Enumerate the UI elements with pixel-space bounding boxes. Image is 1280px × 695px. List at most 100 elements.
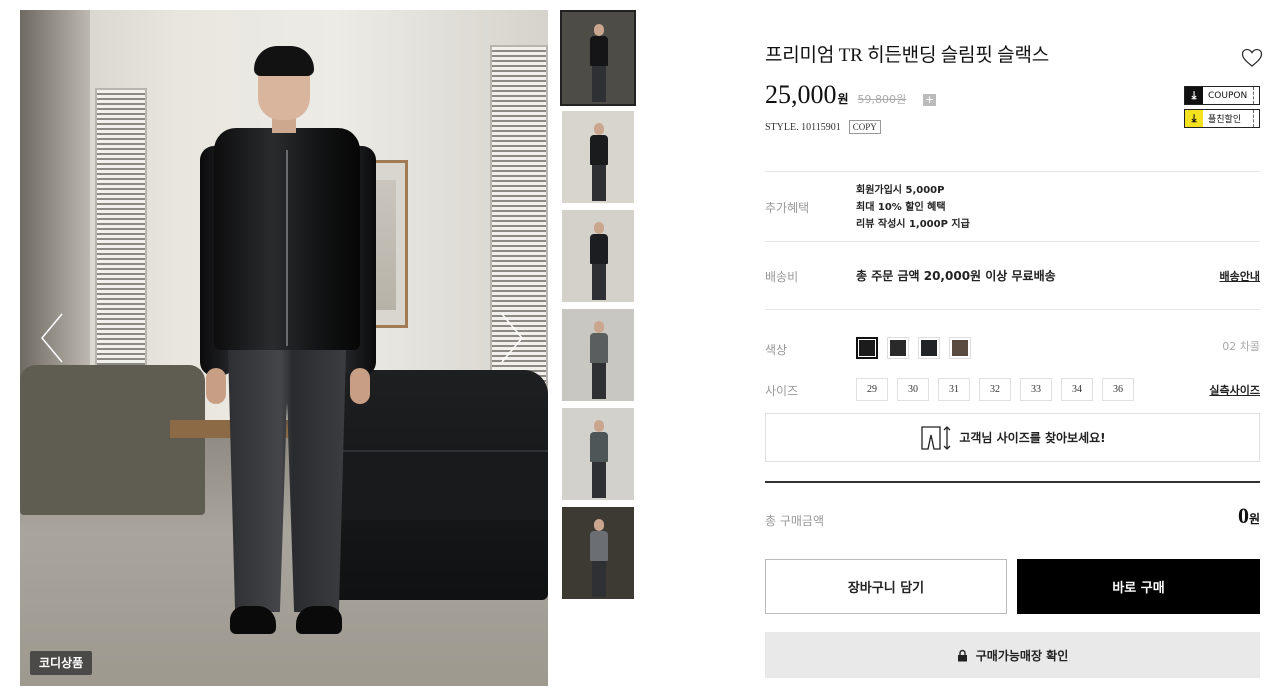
thumbnail-pants xyxy=(592,363,606,399)
coordi-badge: 코디상품 xyxy=(30,651,93,675)
photo-window-blinds xyxy=(95,88,147,378)
buy-now-button[interactable]: 바로 구매 xyxy=(1017,559,1260,614)
plus-icon[interactable]: + xyxy=(923,94,937,106)
size-option-30[interactable]: 30 xyxy=(897,378,929,401)
color-swatch-2[interactable] xyxy=(887,337,909,359)
shipping-info-link[interactable]: 배송안내 xyxy=(1220,268,1260,284)
lock-icon xyxy=(957,649,967,661)
color-swatches xyxy=(856,337,980,359)
photo-model xyxy=(200,46,400,670)
find-size-label: 고객님 사이즈를 찾아보세요! xyxy=(959,431,1106,445)
thumbnail-top xyxy=(590,432,608,462)
add-to-cart-button[interactable]: 장바구니 담기 xyxy=(765,559,1007,614)
thumbnail-model xyxy=(590,420,608,498)
download-icon: ⤓ xyxy=(1185,110,1203,127)
total-unit: 원 xyxy=(1248,512,1260,526)
thumbnail-head xyxy=(594,420,604,432)
product-title: 프리미엄 TR 히든밴딩 슬림핏 슬랙스 xyxy=(765,45,1049,66)
check-store-label: 구매가능매장 확인 xyxy=(975,648,1069,663)
thumbnail-top xyxy=(590,531,608,561)
color-swatch-3[interactable] xyxy=(918,337,940,359)
color-swatch-fill xyxy=(921,340,937,356)
color-label: 색상 xyxy=(765,343,788,357)
coupon-download-button[interactable]: ⤓ COUPON xyxy=(1184,86,1260,105)
coupon-box: ⤓ COUPON ⤓ 플친할인 xyxy=(1184,86,1260,132)
copy-button[interactable]: COPY xyxy=(848,120,881,134)
benefit-item: 최대 10% 할인 혜택 xyxy=(856,202,946,213)
chevron-left-icon[interactable] xyxy=(36,310,76,366)
thumbnail-4[interactable] xyxy=(560,307,636,403)
thumbnail-pants xyxy=(592,165,606,201)
thumbnail-top xyxy=(590,333,608,363)
find-size-button[interactable]: 고객님 사이즈를 찾아보세요! xyxy=(765,413,1260,462)
size-chart-link[interactable]: 실측사이즈 xyxy=(1209,382,1260,398)
size-option-29[interactable]: 29 xyxy=(856,378,888,401)
size-option-34[interactable]: 34 xyxy=(1061,378,1093,401)
photo-window-blinds xyxy=(490,45,548,425)
model-shoe xyxy=(230,606,276,634)
benefit-list: 회원가입시 5,000P 최대 10% 할인 혜택 리뷰 작성시 1,000P … xyxy=(856,182,970,233)
color-swatch-1[interactable] xyxy=(856,337,878,359)
original-price: 59,800원 xyxy=(857,93,907,106)
shipping-section: 배송비 총 주문 금액 20,000원 이상 무료배송 배송안내 xyxy=(765,241,1260,309)
thumbnail-pants xyxy=(592,66,606,102)
shipping-text: 총 주문 금액 20,000원 이상 무료배송 xyxy=(856,269,1056,283)
thumbnail-head xyxy=(594,222,604,234)
thumbnail-top xyxy=(590,36,608,66)
thumbnail-1[interactable] xyxy=(560,10,636,106)
thumbnail-top xyxy=(590,234,608,264)
selected-color: 02 차콜 xyxy=(1222,340,1260,353)
thumbnail-head xyxy=(594,519,604,531)
model-jacket-zip xyxy=(286,150,288,346)
chevron-right-icon[interactable] xyxy=(488,310,528,366)
thumbnail-pants xyxy=(592,561,606,597)
thumbnail-head xyxy=(594,123,604,135)
pants-size-icon xyxy=(921,425,951,450)
shipping-label: 배송비 xyxy=(765,270,799,284)
color-swatch-fill xyxy=(859,340,875,356)
thumbnail-3[interactable] xyxy=(560,208,636,304)
options-section: 색상 02 차콜 사이즈 29 30 31 32 33 34 36 실측사이즈 고객님 사이… xyxy=(765,309,1260,481)
model-shoe xyxy=(296,606,342,634)
thumbnail-list xyxy=(560,10,636,604)
benefit-section: 추가혜택 회원가입시 5,000P 최대 10% 할인 혜택 리뷰 작성시 1,… xyxy=(765,171,1260,241)
benefit-item: 리뷰 작성시 1,000P 지급 xyxy=(856,219,970,230)
thumbnail-top xyxy=(590,135,608,165)
color-swatch-4[interactable] xyxy=(949,337,971,359)
total-label: 총 구매금액 xyxy=(765,514,825,528)
thumbnail-pants xyxy=(592,264,606,300)
thumbnail-model xyxy=(590,222,608,300)
size-option-32[interactable]: 32 xyxy=(979,378,1011,401)
size-option-33[interactable]: 33 xyxy=(1020,378,1052,401)
color-swatch-fill xyxy=(952,340,968,356)
model-pants xyxy=(228,350,346,612)
total-section: 총 구매금액 0원 xyxy=(765,481,1260,551)
thumbnail-2[interactable] xyxy=(560,109,636,205)
color-swatch-fill xyxy=(890,340,906,356)
model-hand xyxy=(206,368,226,404)
thumbnail-model xyxy=(590,24,608,102)
price-unit: 원 xyxy=(837,92,849,106)
size-option-36[interactable]: 36 xyxy=(1102,378,1134,401)
size-options: 29 30 31 32 33 34 36 xyxy=(856,378,1143,401)
heart-icon[interactable] xyxy=(1241,48,1263,68)
product-info: 프리미엄 TR 히든밴딩 슬림핏 슬랙스 25,000 원 59,800원 + … xyxy=(765,40,1263,134)
thumbnail-head xyxy=(594,24,604,36)
model-hair xyxy=(254,46,314,76)
thumbnail-head xyxy=(594,321,604,333)
total-value: 0 xyxy=(1237,503,1249,528)
thumbnail-model xyxy=(590,519,608,597)
thumbnail-pants xyxy=(592,462,606,498)
sale-price: 25,000 xyxy=(765,80,837,109)
friend-discount-button[interactable]: ⤓ 플친할인 xyxy=(1184,109,1260,128)
friend-discount-label: 플친할인 xyxy=(1208,115,1242,125)
check-store-button[interactable]: 구매가능매장 확인 xyxy=(765,632,1260,678)
benefit-item: 회원가입시 5,000P xyxy=(856,185,945,196)
coupon-notch xyxy=(1253,87,1259,104)
thumbnail-5[interactable] xyxy=(560,406,636,502)
coupon-notch xyxy=(1253,110,1259,127)
thumbnail-6[interactable] xyxy=(560,505,636,601)
thumbnail-model xyxy=(590,321,608,399)
download-icon: ⤓ xyxy=(1185,87,1203,104)
size-option-31[interactable]: 31 xyxy=(938,378,970,401)
